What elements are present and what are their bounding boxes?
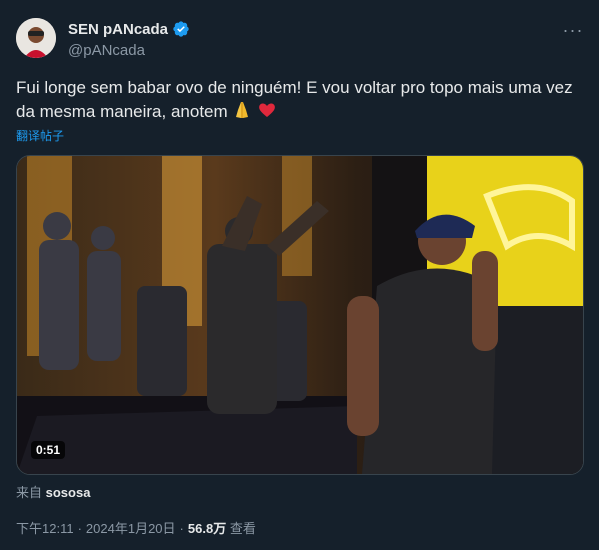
source-prefix: 来自 [16, 485, 43, 500]
verified-badge-icon [172, 20, 190, 38]
tweet-text: Fui longe sem babar ovo de ninguém! E vo… [16, 76, 581, 127]
avatar[interactable] [16, 18, 56, 58]
video-player[interactable]: 0:51 [16, 155, 584, 475]
tweet-text-line1: Fui longe sem babar ovo de ninguém! E vo… [16, 78, 573, 97]
tweet-time[interactable]: 下午12:11 [16, 521, 74, 536]
tweet-text-line2: da mesma maneira, anotem [16, 102, 228, 121]
tweet-date[interactable]: 2024年1月20日 [86, 521, 176, 536]
folded-hands-emoji-icon [232, 100, 252, 127]
red-heart-emoji-icon [257, 100, 277, 127]
avatar-image [16, 18, 56, 58]
author-handle[interactable]: @pANcada [68, 42, 145, 59]
video-thumbnail [17, 156, 583, 474]
views-label: 查看 [229, 521, 256, 536]
video-duration-badge: 0:51 [31, 441, 66, 459]
tweet-card: SEN pANcada @pANcada ··· Fui longe sem b… [0, 0, 599, 550]
author-display-name[interactable]: SEN pANcada [68, 21, 168, 38]
meta-separator: · [179, 521, 184, 536]
tweet-meta: 下午12:11 · 2024年1月20日 · 56.8万 查看 [16, 518, 256, 537]
source-attribution: 来自 sososa [16, 482, 90, 501]
author-name-row: SEN pANcada [68, 20, 190, 38]
more-options-icon[interactable]: ··· [557, 18, 589, 42]
source-name-link[interactable]: sososa [46, 485, 91, 500]
translate-post-link[interactable]: 翻译帖子 [16, 127, 64, 144]
meta-separator: · [77, 521, 82, 536]
views-count: 56.8万 [187, 521, 227, 536]
